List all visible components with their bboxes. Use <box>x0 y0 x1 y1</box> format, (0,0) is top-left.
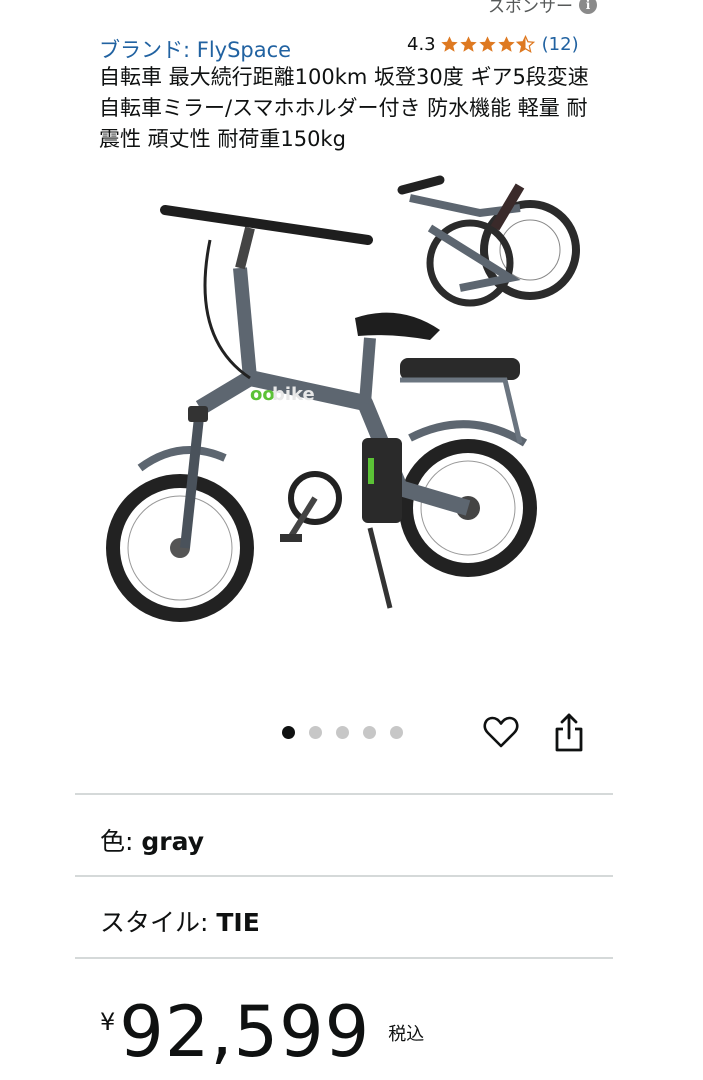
star-half-icon <box>515 35 535 53</box>
color-option-value: gray <box>141 827 204 856</box>
star-rating <box>440 35 535 54</box>
color-option-label: 色: <box>100 827 142 856</box>
price-currency: ¥ <box>100 1008 116 1036</box>
carousel-dot[interactable] <box>336 726 349 739</box>
price-block: ¥ 92,599 税込 <box>100 990 424 1074</box>
info-icon[interactable]: i <box>579 0 597 14</box>
heart-icon[interactable] <box>482 713 520 751</box>
sponsored-label-row: スポンサー i <box>488 0 597 17</box>
rating-value: 4.3 <box>407 34 436 55</box>
divider <box>75 875 613 877</box>
sponsored-label: スポンサー <box>488 0 573 17</box>
rating-summary[interactable]: 4.3 (12) <box>407 34 579 55</box>
star-icon <box>459 36 477 52</box>
review-count-link[interactable]: (12) <box>542 34 579 55</box>
price-amount: 92,599 <box>119 991 371 1073</box>
carousel-dot[interactable] <box>363 726 376 739</box>
share-icon[interactable] <box>550 712 588 754</box>
style-option-value: TIE <box>216 908 260 937</box>
style-option-row[interactable]: スタイル: TIE <box>100 903 260 939</box>
carousel-dot[interactable] <box>390 726 403 739</box>
carousel-dot[interactable] <box>309 726 322 739</box>
image-carousel-dots <box>282 726 403 739</box>
main-bike-image: oo bike <box>106 205 537 622</box>
star-icon <box>440 36 458 52</box>
color-option-row[interactable]: 色: gray <box>100 822 204 858</box>
style-option-label: スタイル: <box>100 908 217 937</box>
divider <box>75 957 613 959</box>
bike-logo-text: bike <box>272 384 315 405</box>
carousel-dot[interactable] <box>282 726 295 739</box>
folded-bike-image <box>397 175 580 307</box>
star-icon <box>478 36 496 52</box>
tax-included-label: 税込 <box>388 1024 425 1045</box>
star-icon <box>497 36 515 52</box>
brand-link[interactable]: ブランド: FlySpace <box>99 34 291 64</box>
divider <box>75 793 613 795</box>
product-image[interactable]: oo bike <box>100 168 600 668</box>
product-title: 自転車 最大続行距離100km 坂登30度 ギア5段変速 自転車ミラー/スマホホ… <box>99 65 589 151</box>
